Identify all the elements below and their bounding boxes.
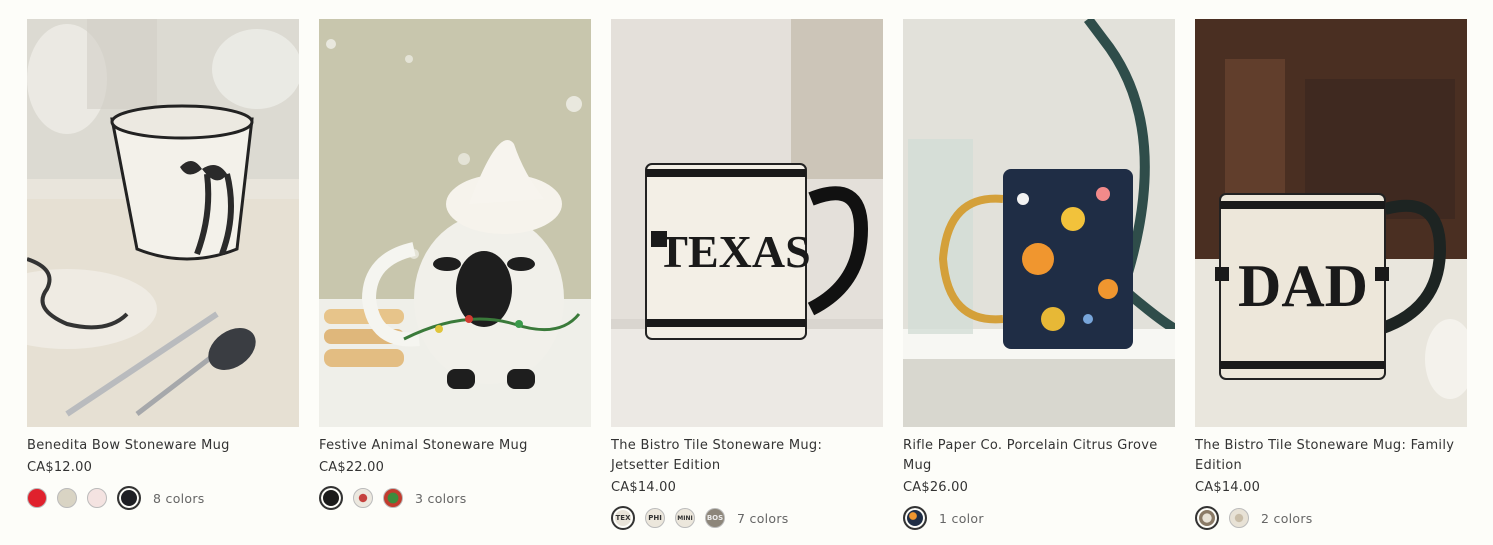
color-swatches: 8 colors <box>27 485 299 511</box>
color-swatches: 2 colors <box>1195 505 1467 531</box>
color-swatch[interactable]: MINI <box>675 508 695 528</box>
color-swatch-selected[interactable] <box>903 506 927 530</box>
color-swatches: 3 colors <box>319 485 591 511</box>
product-title[interactable]: The Bistro Tile Stoneware Mug: Family Ed… <box>1195 436 1467 476</box>
product-image[interactable]: TEXAS <box>611 19 883 427</box>
product-image[interactable] <box>903 19 1175 427</box>
product-image[interactable]: DAD <box>1195 19 1467 427</box>
color-swatch[interactable] <box>383 488 403 508</box>
product-card[interactable]: Festive Animal Stoneware Mug CA$22.00 3 … <box>319 19 591 511</box>
color-swatch[interactable] <box>1229 508 1249 528</box>
color-swatch[interactable] <box>57 488 77 508</box>
color-swatch-selected[interactable] <box>117 486 141 510</box>
color-count[interactable]: 8 colors <box>153 491 205 506</box>
product-title[interactable]: Festive Animal Stoneware Mug <box>319 436 591 456</box>
product-image[interactable] <box>27 19 299 427</box>
product-title[interactable]: Benedita Bow Stoneware Mug <box>27 436 299 456</box>
product-title[interactable]: Rifle Paper Co. Porcelain Citrus Grove M… <box>903 436 1175 476</box>
product-price: CA$12.00 <box>27 460 93 475</box>
color-swatch-selected[interactable] <box>319 486 343 510</box>
color-swatch[interactable] <box>87 488 107 508</box>
color-swatches: 1 color <box>903 505 1175 531</box>
product-price: CA$22.00 <box>319 460 385 475</box>
product-image[interactable] <box>319 19 591 427</box>
color-count[interactable]: 7 colors <box>737 511 789 526</box>
mug-text-dad: DAD <box>1238 253 1368 319</box>
color-swatch-selected[interactable] <box>1195 506 1219 530</box>
product-title[interactable]: The Bistro Tile Stoneware Mug: Jetsetter… <box>611 436 883 476</box>
product-grid: Benedita Bow Stoneware Mug CA$12.00 8 co… <box>0 0 1493 545</box>
product-price: CA$14.00 <box>1195 480 1261 495</box>
mug-text-texas: TEXAS <box>657 226 810 277</box>
color-count[interactable]: 2 colors <box>1261 511 1313 526</box>
color-count[interactable]: 1 color <box>939 511 984 526</box>
product-card[interactable]: DAD The Bistro Tile Stoneware Mug: Famil… <box>1195 19 1467 531</box>
color-swatch[interactable] <box>353 488 373 508</box>
product-card[interactable]: TEXAS The Bistro Tile Stoneware Mug: Jet… <box>611 19 883 531</box>
color-swatch[interactable]: BOS <box>705 508 725 528</box>
color-count[interactable]: 3 colors <box>415 491 467 506</box>
product-card[interactable]: Rifle Paper Co. Porcelain Citrus Grove M… <box>903 19 1175 531</box>
product-price: CA$14.00 <box>611 480 677 495</box>
color-swatch-selected[interactable]: TEX <box>611 506 635 530</box>
product-price: CA$26.00 <box>903 480 969 495</box>
color-swatches: TEX PHI MINI BOS 7 colors <box>611 505 883 531</box>
color-swatch[interactable] <box>27 488 47 508</box>
product-card[interactable]: Benedita Bow Stoneware Mug CA$12.00 8 co… <box>27 19 299 511</box>
color-swatch[interactable]: PHI <box>645 508 665 528</box>
